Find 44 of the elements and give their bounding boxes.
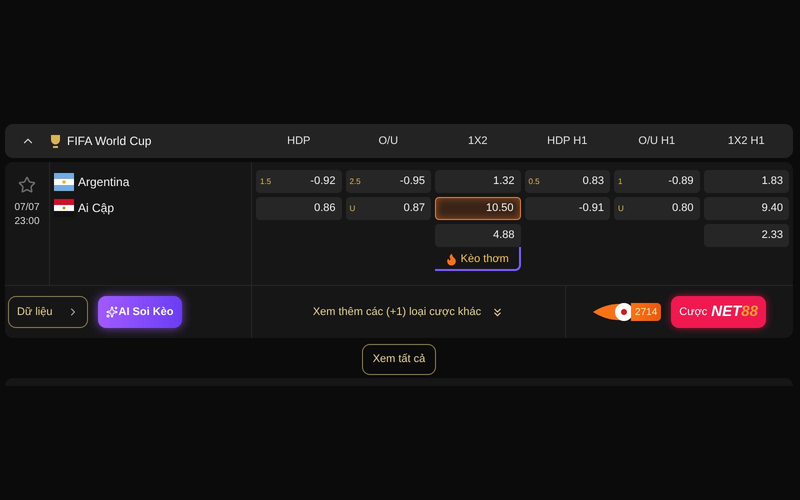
team-name: Argentina xyxy=(78,174,130,191)
odds-cell[interactable]: 1 -0.89 xyxy=(614,170,700,193)
odds-cell[interactable]: 10.50 xyxy=(435,197,520,220)
bet-now-button[interactable]: Cược NET88 xyxy=(671,296,766,328)
match-date: 07/07 xyxy=(14,201,40,215)
view-all-button[interactable]: Xem tất cả xyxy=(362,344,436,375)
odds-cell[interactable]: 0.86 xyxy=(256,197,342,220)
odds-line: 0.5 xyxy=(528,176,540,188)
league-title: FIFA World Cup xyxy=(67,133,152,150)
odds-cell[interactable]: 1.83 xyxy=(704,170,789,193)
odds-cell[interactable]: U 0.87 xyxy=(346,197,431,220)
odds-cell[interactable]: 2.33 xyxy=(704,224,789,247)
column-header: 1X2 H1 xyxy=(726,134,766,149)
trophy-icon xyxy=(49,134,62,148)
odds-line: 2.5 xyxy=(350,176,361,188)
favorite-star-icon[interactable] xyxy=(18,176,36,194)
match-time: 23:00 xyxy=(14,215,40,229)
odds-cell[interactable]: 9.40 xyxy=(704,197,789,220)
sparkle-icon xyxy=(106,306,118,318)
flaming-ball-icon xyxy=(593,301,634,323)
argentina-flag-icon xyxy=(54,173,74,191)
hot-odds-badge: Kèo thơm xyxy=(435,247,520,271)
odds-cell[interactable]: 1.5 -0.92 xyxy=(256,170,342,193)
flame-icon xyxy=(444,252,458,266)
odds-cell[interactable]: 0.5 0.83 xyxy=(524,170,610,193)
column-header: HDP xyxy=(286,134,312,149)
column-header: O/U xyxy=(377,134,400,149)
odds-line: 1 xyxy=(618,176,622,188)
column-header: HDP H1 xyxy=(546,134,588,149)
fire-count-badge: 2714 xyxy=(593,301,662,323)
odds-line: U xyxy=(350,202,356,214)
team-name: Ai Cập xyxy=(78,200,114,217)
odds-cell[interactable]: U 0.80 xyxy=(614,197,700,220)
odds-cell[interactable]: 1.32 xyxy=(435,170,520,193)
odds-cell[interactable]: 4.88 xyxy=(435,224,520,247)
column-header: O/U H1 xyxy=(637,134,676,149)
ai-analysis-button[interactable]: AI Soi Kèo xyxy=(98,296,182,328)
odds-cell[interactable]: 2.5 -0.95 xyxy=(346,170,431,193)
odds-line: U xyxy=(618,202,624,214)
more-bets-link[interactable]: Xem thêm các (+1) loại cược khác xyxy=(252,286,565,338)
column-header: 1X2 xyxy=(466,134,489,149)
odds-cell[interactable]: -0.91 xyxy=(524,197,610,220)
odds-line: 1.5 xyxy=(260,176,272,188)
data-button[interactable]: Dữ liệu xyxy=(8,296,88,328)
